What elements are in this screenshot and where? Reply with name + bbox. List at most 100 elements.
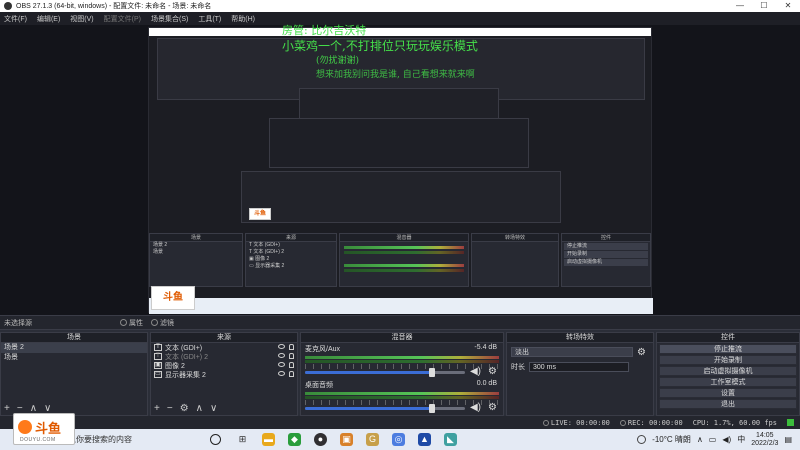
properties-button[interactable]: 属性 — [120, 318, 143, 328]
nested-scenes-dock: 场景 场景 2 场景 — [149, 233, 243, 287]
rec-time: REC: 00:00:00 — [627, 418, 683, 427]
volume-slider[interactable] — [305, 368, 465, 377]
scene-item[interactable]: 场景 2 — [1, 343, 147, 353]
channel-name: 麦克风/Aux — [305, 346, 341, 353]
gear-icon[interactable]: ⚙ — [488, 366, 497, 377]
move-down-icon[interactable]: ∨ — [210, 404, 217, 414]
visibility-eye-icon[interactable] — [278, 371, 285, 376]
weather-text[interactable]: -10°C 晴朗 — [652, 434, 691, 445]
ime-indicator[interactable]: 中 — [737, 434, 745, 445]
box-icon[interactable]: ▣ — [340, 433, 353, 446]
live-status: LIVE: 00:00:00 — [542, 418, 610, 427]
network-icon[interactable]: ▭ — [709, 435, 717, 444]
lock-icon[interactable] — [289, 353, 294, 359]
duration-input[interactable]: 300 ms — [529, 362, 629, 372]
live-time: LIVE: 00:00:00 — [550, 418, 610, 427]
audio-mixer-dock: 混音器 麦克风/Aux -5.4 dB ◀) ⚙ 桌面音频 0.0 dB ◀) … — [300, 332, 504, 416]
visibility-eye-icon[interactable] — [278, 344, 285, 349]
menu-view[interactable]: 视图(V) — [70, 14, 93, 24]
live-icon — [542, 419, 549, 426]
stream-health-icon — [787, 419, 794, 426]
lock-icon[interactable] — [289, 362, 294, 368]
menu-file[interactable]: 文件(F) — [4, 14, 27, 24]
duration-label: 时长 — [511, 364, 525, 371]
studio-mode-button[interactable]: 工作室模式 — [659, 377, 797, 387]
scene-item[interactable]: 场景 — [1, 353, 147, 363]
client-icon[interactable]: ◣ — [444, 433, 457, 446]
folder-icon[interactable]: ▬ — [262, 433, 275, 446]
audio-meter — [305, 392, 499, 395]
nested-douyu-logo-large: 斗鱼 — [151, 286, 195, 310]
nested-transitions-dock: 转场特效 — [471, 233, 559, 287]
visibility-eye-icon[interactable] — [278, 362, 285, 367]
text-icon: T — [154, 353, 162, 360]
sources-dock: 来源 T 文本 (GDI+) T 文本 (GDI+) 2 ▣ 图像 2 ▭ 显示… — [150, 332, 298, 416]
volume-slider-handle[interactable] — [429, 368, 435, 377]
lock-icon[interactable] — [289, 371, 294, 377]
volume-slider-fill — [305, 407, 433, 410]
menu-scene-collection[interactable]: 场景集合(S) — [151, 14, 188, 24]
douyu-logo: 斗鱼 DOUYU.COM — [13, 413, 75, 445]
channel-db: 0.0 dB — [476, 380, 497, 387]
overlay-text-admin: 房管: 比尔吉沃特 — [282, 24, 367, 37]
lol-icon[interactable]: ▲ — [418, 433, 431, 446]
overlay-text-extra: 想来加我别问我是谁, 自己看想来就来啊 — [316, 70, 475, 80]
preview-canvas[interactable]: 斗鱼 场景 场景 2 场景 来源 T 文本 (GDI+) T 文本 (GDI+) 2… — [0, 24, 800, 315]
virtual-camera-button[interactable]: 启动虚拟摄像机 — [659, 366, 797, 376]
nested-mixer-dock: 混音器 — [339, 233, 469, 287]
minimize-button[interactable]: — — [728, 0, 752, 12]
stop-streaming-button[interactable]: 停止推流 — [659, 344, 797, 354]
volume-slider-fill — [305, 371, 430, 374]
close-button[interactable]: ✕ — [776, 0, 800, 12]
audio-meter — [305, 396, 499, 399]
transition-select[interactable]: 淡出 — [511, 347, 633, 357]
mixer-channel-desktop: 桌面音频 0.0 dB ◀) ⚙ — [301, 379, 503, 413]
transition-gear-icon[interactable]: ⚙ — [637, 347, 646, 358]
menu-profile[interactable]: 配置文件(P) — [104, 14, 141, 24]
app-icon[interactable]: ◎ — [392, 433, 405, 446]
task-view-icon[interactable]: ⊞ — [236, 433, 249, 446]
settings-button[interactable]: 设置 — [659, 388, 797, 398]
add-scene-button[interactable]: + — [4, 404, 10, 414]
taskbar-clock[interactable]: 14:05 2022/2/3 — [751, 432, 778, 448]
nested-sources-dock: 来源 T 文本 (GDI+) T 文本 (GDI+) 2 ▣ 图像 2 ▭ 显示器采集… — [245, 233, 337, 287]
gear-icon[interactable]: ⚙ — [488, 402, 497, 413]
start-recording-button[interactable]: 开始录制 — [659, 355, 797, 365]
volume-slider-handle[interactable] — [429, 404, 435, 413]
filters-button[interactable]: 滤镜 — [151, 318, 174, 328]
menu-tools[interactable]: 工具(T) — [198, 14, 221, 24]
add-source-button[interactable]: + — [154, 404, 160, 414]
visibility-eye-icon[interactable] — [278, 353, 285, 358]
scenes-dock: 场景 场景 2 场景 + − ∧ ∨ — [0, 332, 148, 416]
volume-icon[interactable]: ◀) — [722, 435, 731, 444]
taskbar-search-input[interactable]: 入你要搜索的内容 — [62, 432, 194, 447]
weather-icon — [637, 435, 647, 444]
speaker-icon[interactable]: ◀) — [470, 402, 481, 413]
tray-chevron-icon[interactable]: ∧ — [697, 435, 703, 444]
move-up-icon[interactable]: ∧ — [196, 404, 203, 414]
nested-taskbar — [149, 298, 653, 314]
douyu-brand: 斗鱼 — [35, 422, 62, 437]
remove-source-button[interactable]: − — [167, 404, 173, 414]
volume-slider[interactable] — [305, 404, 465, 413]
channel-name: 桌面音频 — [305, 382, 333, 389]
source-settings-gear-icon[interactable]: ⚙ — [180, 404, 189, 414]
menu-edit[interactable]: 编辑(E) — [37, 14, 60, 24]
store-icon[interactable]: ◆ — [288, 433, 301, 446]
speaker-icon[interactable]: ◀) — [470, 366, 481, 377]
menu-help[interactable]: 帮助(H) — [231, 14, 255, 24]
cortana-circle-icon[interactable] — [210, 434, 221, 445]
exit-button[interactable]: 退出 — [659, 399, 797, 409]
game-icon[interactable]: G — [366, 433, 379, 446]
nested-controls-dock: 控件 停止推流 开始录制 启动虚拟摄像机 — [561, 233, 651, 287]
transitions-title: 转场特效 — [507, 333, 653, 343]
notification-icon[interactable]: ▤ — [784, 435, 792, 444]
windows-taskbar: 入你要搜索的内容 ⊞ ▬ ◆ ● ▣ G ◎ ▲ ◣ -10°C 晴朗 ∧ ▭ … — [0, 429, 800, 450]
cpu-status: CPU: 1.7%, 60.00 fps — [692, 418, 777, 427]
source-item[interactable]: ▭ 显示器采集 2 — [151, 370, 297, 379]
obs-icon[interactable]: ● — [314, 433, 327, 446]
mixer-title: 混音器 — [301, 333, 503, 343]
nested-capture-3 — [269, 118, 529, 168]
lock-icon[interactable] — [289, 344, 294, 350]
maximize-button[interactable]: ☐ — [752, 0, 776, 12]
